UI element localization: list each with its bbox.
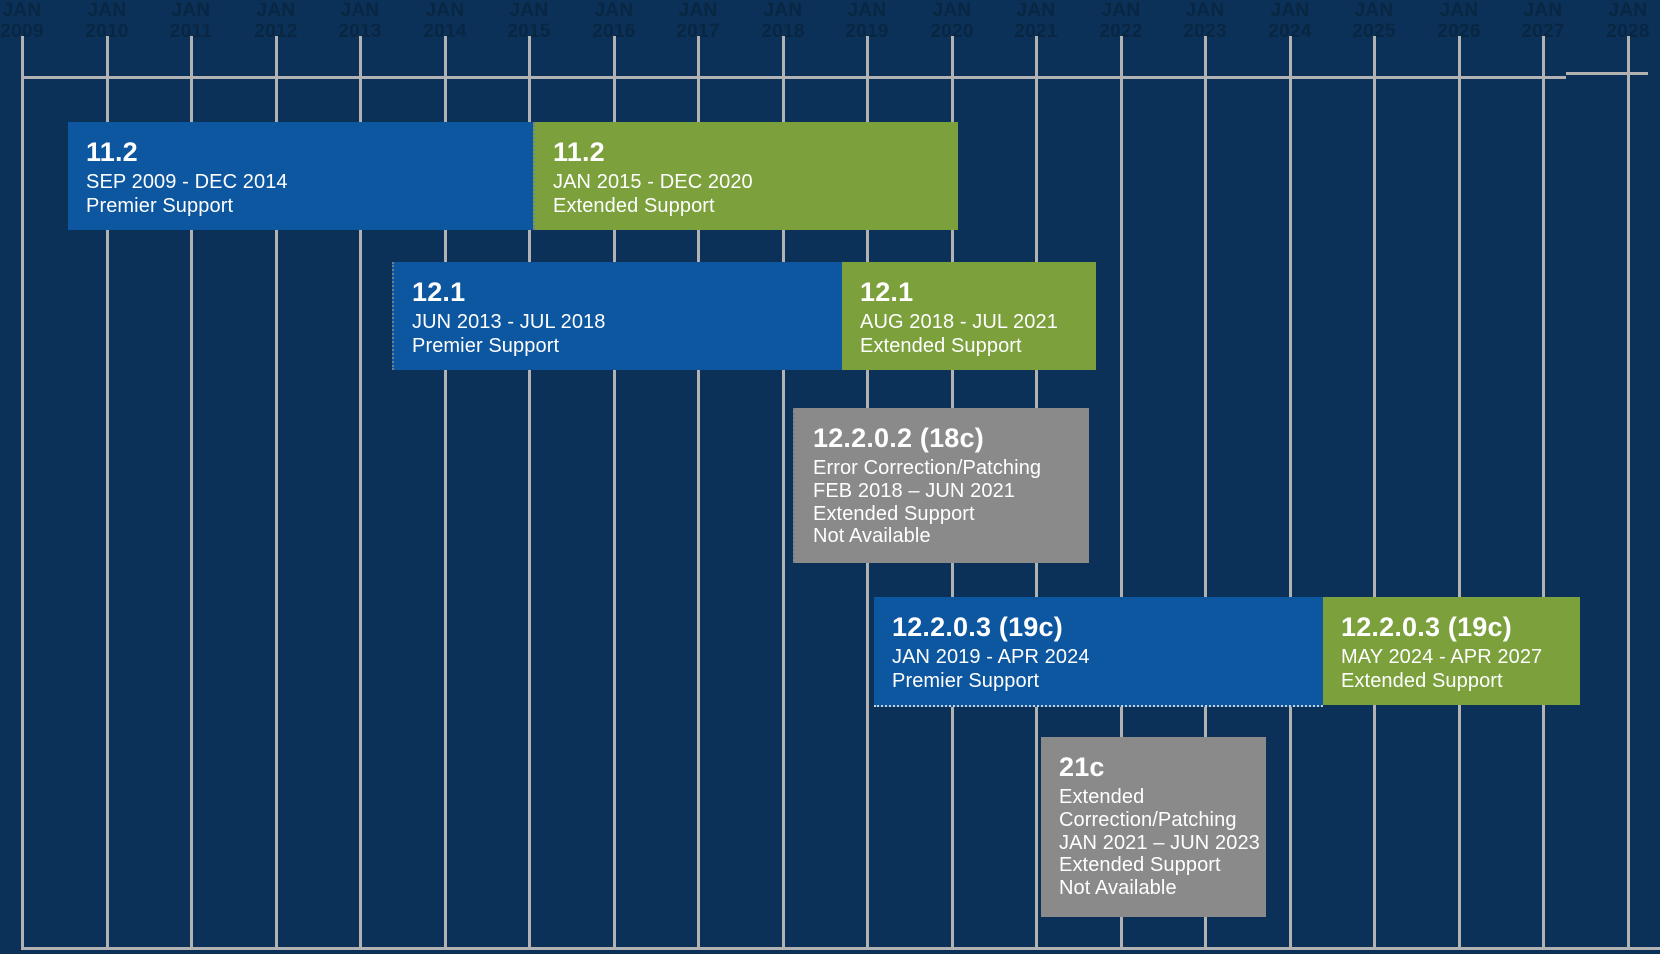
bar-11-2-premier[interactable]: 11.2 SEP 2009 - DEC 2014 Premier Support [68,122,533,230]
bar-21c-patching[interactable]: 21c Extended Correction/Patching JAN 202… [1041,737,1266,917]
bar-18c-patching[interactable]: 12.2.0.2 (18c) Error Correction/Patching… [793,408,1089,563]
bar-daterange: SEP 2009 - DEC 2014 [86,171,288,193]
axis-label-2009: JAN 2009 [0,0,44,42]
bar-daterange: JAN 2021 – JUN 2023 [1059,831,1260,854]
bar-support-availability: Not Available [1059,877,1177,900]
axis-bottom-rule [21,947,1660,950]
bar-daterange: FEB 2018 – JUN 2021 [813,479,1016,502]
bar-title: 12.2.0.3 (19c) [1341,612,1512,642]
gridline-2026 [1458,36,1461,950]
bar-12-1-extended[interactable]: 12.1 AUG 2018 - JUL 2021 Extended Suppor… [842,262,1096,370]
bar-title: 12.2.0.3 (19c) [892,612,1063,642]
bar-daterange: JAN 2019 - APR 2024 [892,646,1090,668]
bar-title: 12.1 [860,277,914,307]
bar-12-1-premier[interactable]: 12.1 JUN 2013 - JUL 2018 Premier Support [392,262,842,370]
bar-support-availability: Not Available [813,525,931,548]
bar-daterange: JUN 2013 - JUL 2018 [412,311,606,333]
bar-support-type: Extended Support [553,194,715,217]
bar-support-type: Extended Support [1341,669,1503,692]
bar-patching-label-2: Correction/Patching [1059,808,1237,831]
bar-support-type: Premier Support [412,334,560,357]
bar-title: 11.2 [86,137,138,167]
axis-label-2028: JAN 2028 [1606,0,1650,42]
axis-top-rule [21,76,1566,79]
bar-19c-extended[interactable]: 12.2.0.3 (19c) MAY 2024 - APR 2027 Exten… [1323,597,1580,705]
bar-support-type: Premier Support [86,194,234,217]
gridline-2028 [1627,36,1630,950]
bar-title: 11.2 [553,137,605,167]
bar-support-type: Extended Support [860,334,1022,357]
bar-daterange: AUG 2018 - JUL 2021 [860,311,1058,333]
bar-support-type: Premier Support [892,669,1040,692]
timeline-chart: JAN 2009 JAN 2010 JAN 2011 JAN 2012 JAN … [0,0,1660,954]
axis-top-rule-right [1566,72,1648,75]
bar-daterange: MAY 2024 - APR 2027 [1341,646,1543,668]
bar-patching-label-1: Extended [1059,786,1145,808]
bar-support-type: Extended Support [1059,854,1221,877]
bar-patching-label: Error Correction/Patching [813,457,1042,479]
bar-daterange: JAN 2015 - DEC 2020 [553,171,753,193]
bar-11-2-extended[interactable]: 11.2 JAN 2015 - DEC 2020 Extended Suppor… [533,122,958,230]
gridline-2027 [1542,36,1545,950]
bar-19c-premier[interactable]: 12.2.0.3 (19c) JAN 2019 - APR 2024 Premi… [874,597,1323,707]
gridline-2024 [1289,36,1292,950]
bar-title: 12.2.0.2 (18c) [813,423,984,453]
gridline-2025 [1373,36,1376,950]
bar-support-type: Extended Support [813,502,975,525]
gridline-2009 [21,36,24,950]
bar-title: 12.1 [412,277,466,307]
bar-title: 21c [1059,752,1105,782]
